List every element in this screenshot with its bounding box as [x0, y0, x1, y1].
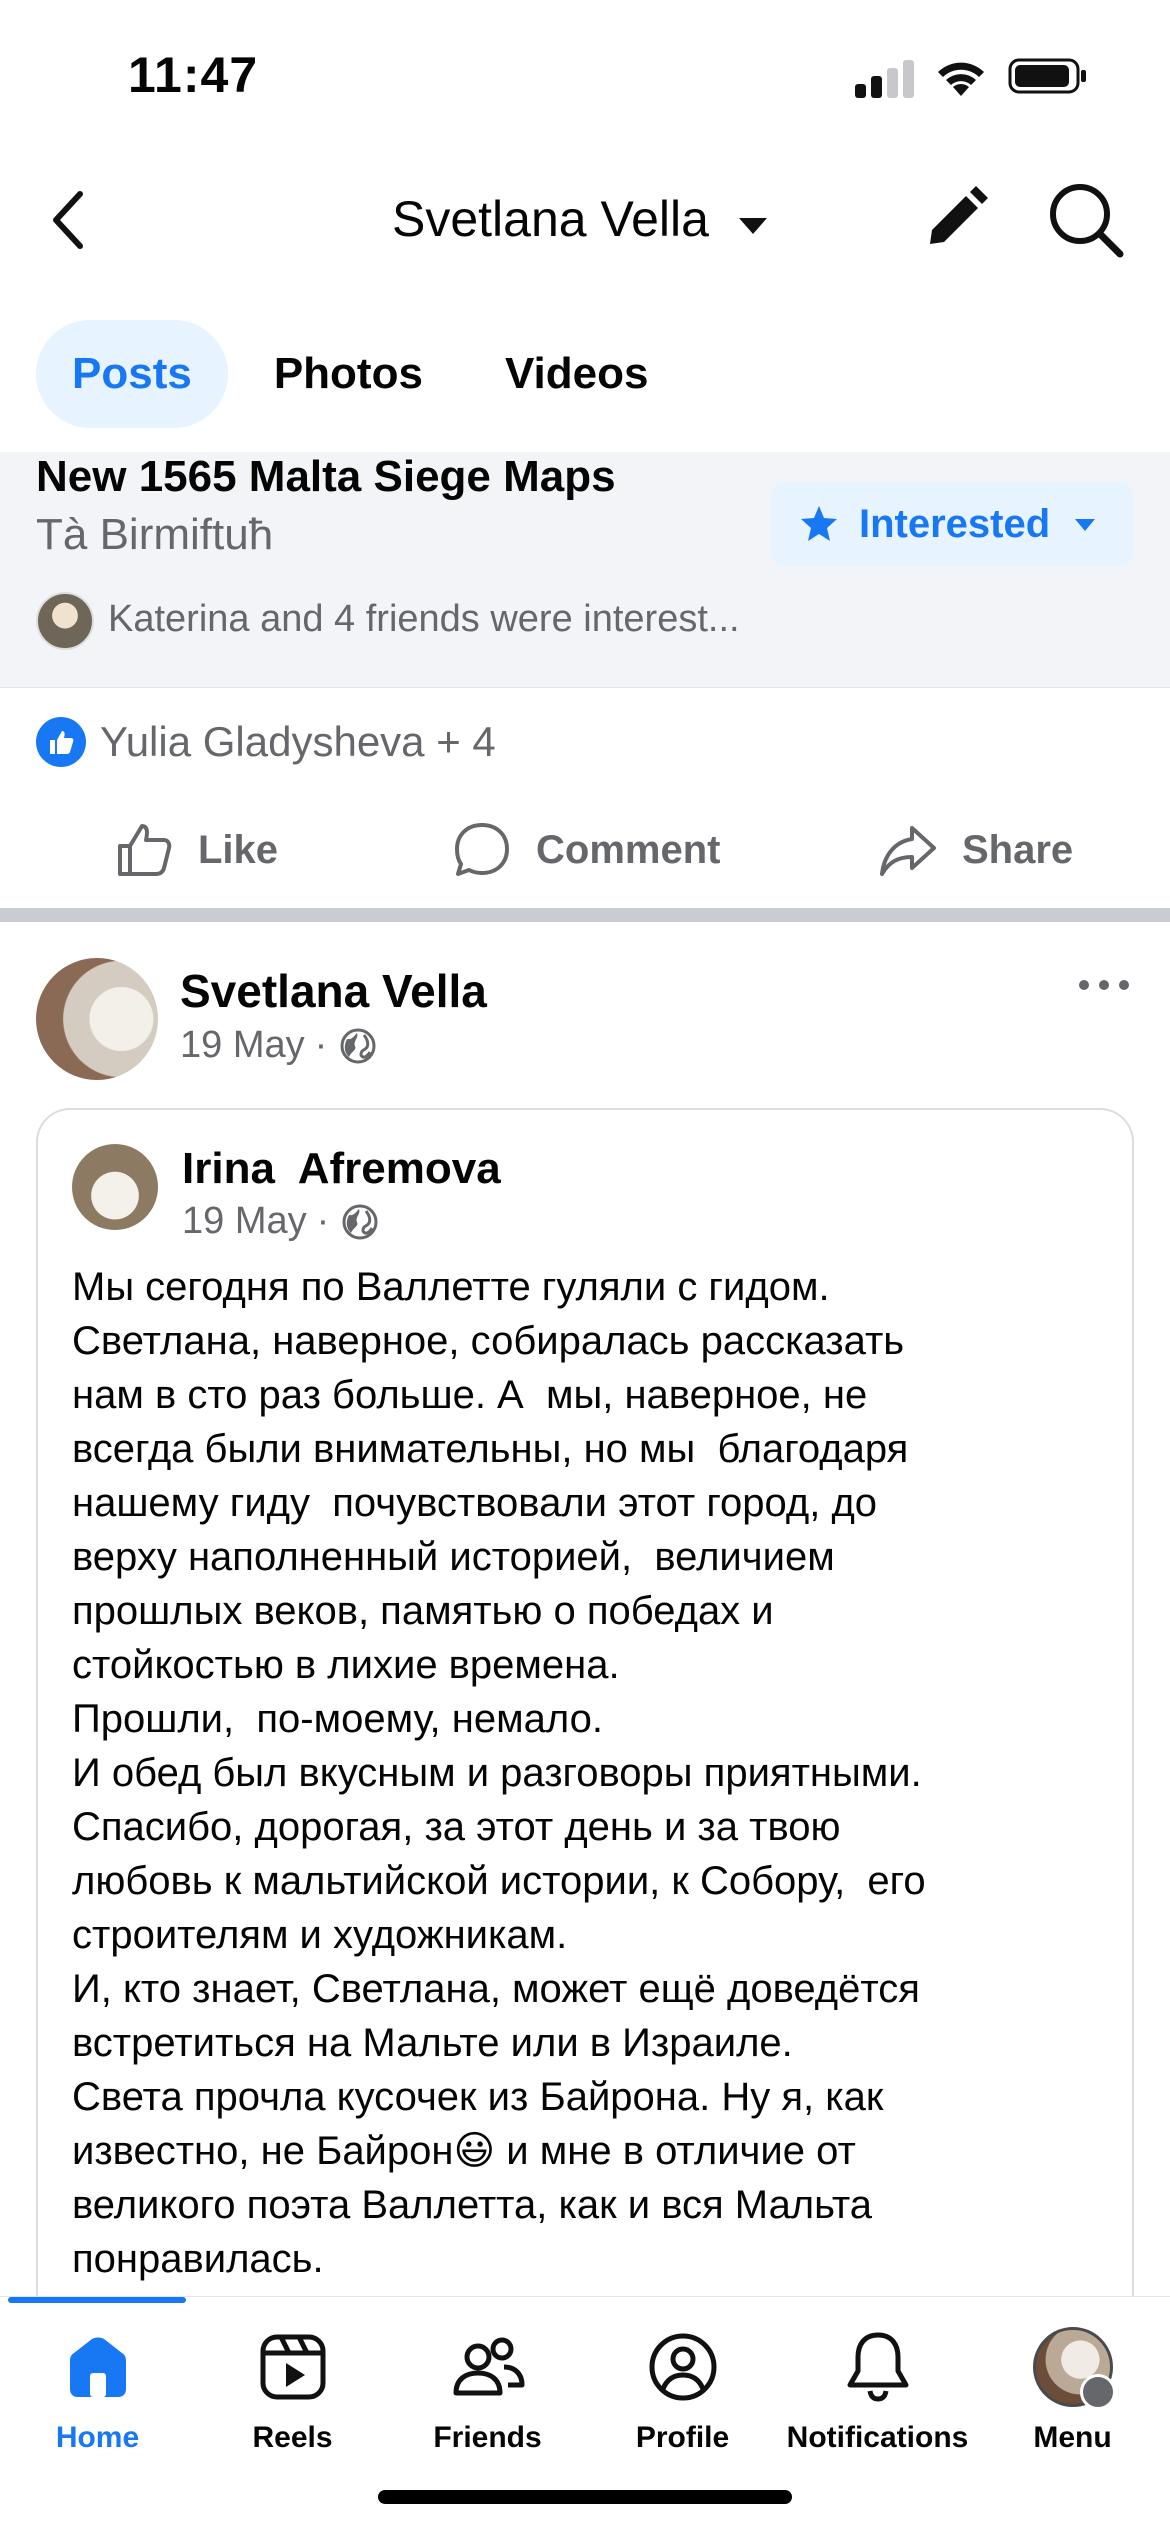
share-arrow-icon	[880, 826, 936, 876]
shared-post-meta: 19 May ·	[182, 1200, 379, 1243]
friends-interested-text[interactable]: Katerina and 4 friends were interest...	[108, 598, 740, 641]
meta-separator: ·	[316, 1200, 330, 1242]
chevron-down-icon	[1075, 519, 1096, 531]
nav-label: Menu	[1033, 2421, 1112, 2454]
event-location: Tà Birmiftuħ	[36, 510, 274, 559]
active-tab-indicator	[8, 2297, 186, 2303]
globe-icon	[342, 1204, 378, 1239]
author-avatar[interactable]	[36, 958, 158, 1080]
nav-home[interactable]: Home	[0, 2327, 195, 2455]
nav-label: Notifications	[786, 2421, 969, 2454]
feed-divider	[0, 908, 1170, 922]
tab-photos[interactable]: Photos	[238, 320, 459, 428]
globe-icon	[340, 1028, 376, 1063]
interested-label: Interested	[859, 501, 1051, 546]
like-reaction-icon	[36, 717, 86, 767]
menu-badge-icon	[1079, 2374, 1116, 2410]
home-indicator	[378, 2490, 792, 2504]
comment-icon	[455, 823, 509, 876]
page-title[interactable]: Svetlana Vella	[392, 190, 709, 248]
like-button[interactable]: Like	[114, 810, 278, 890]
nav-label: Reels	[252, 2421, 333, 2454]
wifi-icon	[938, 62, 984, 96]
reels-icon	[260, 2334, 325, 2400]
profile-icon	[649, 2333, 716, 2401]
event-card[interactable]: New 1565 Malta Siege Maps Tà Birmiftuħ I…	[0, 452, 1170, 688]
nav-menu[interactable]: Menu	[975, 2327, 1170, 2455]
post-date[interactable]: 19 May	[180, 1024, 305, 1067]
event-title[interactable]: New 1565 Malta Siege Maps	[36, 452, 616, 502]
nav-notifications[interactable]: Notifications	[780, 2327, 975, 2455]
tab-posts[interactable]: Posts	[36, 320, 228, 428]
nav-label: Home	[55, 2421, 140, 2454]
home-icon	[69, 2337, 126, 2397]
shared-author[interactable]: Irina Afremova	[182, 1144, 501, 1194]
nav-label: Friends	[433, 2421, 542, 2454]
status-time: 11:47	[128, 47, 259, 103]
search-icon[interactable]	[1046, 180, 1124, 258]
comment-button[interactable]: Comment	[452, 810, 720, 890]
nav-reels[interactable]: Reels	[195, 2327, 390, 2455]
friend-avatar	[36, 592, 94, 650]
shared-post-date[interactable]: 19 May	[182, 1200, 307, 1243]
friends-icon	[453, 2337, 524, 2396]
nav-label: Profile	[635, 2421, 730, 2454]
thumbs-up-icon	[118, 824, 172, 876]
meta-separator: ·	[314, 1024, 328, 1066]
nav-friends[interactable]: Friends	[390, 2327, 585, 2455]
post-author[interactable]: Svetlana Vella	[180, 964, 487, 1018]
shared-post-text: Мы сегодня по Валлетте гуляли с гидом. С…	[72, 1265, 926, 2281]
back-arrow-icon[interactable]	[40, 182, 100, 258]
shared-post-card[interactable]: Irina Afremova 19 May · Мы сегодня по Ва…	[36, 1108, 1134, 2408]
reactions-summary[interactable]: Yulia Gladysheva + 4	[36, 712, 496, 772]
post-meta: 19 May ·	[180, 1024, 377, 1067]
share-label: Share	[962, 827, 1074, 872]
profile-header: Svetlana Vella	[0, 160, 1170, 280]
bell-icon	[847, 2332, 908, 2402]
edit-pencil-icon[interactable]	[920, 184, 990, 254]
like-label: Like	[198, 827, 279, 872]
menu-avatar	[1032, 2327, 1116, 2410]
battery-icon	[1008, 58, 1086, 94]
post-actions: Like Comment Share	[0, 810, 1170, 890]
more-options-icon[interactable]	[1076, 970, 1132, 1000]
interested-button[interactable]: Interested	[771, 482, 1133, 566]
tab-videos[interactable]: Videos	[469, 320, 684, 428]
reaction-names: Yulia Gladysheva + 4	[100, 718, 496, 765]
status-bar: 11:47	[0, 0, 1170, 150]
comment-label: Comment	[536, 827, 721, 872]
caret-down-icon[interactable]	[736, 208, 770, 242]
share-button[interactable]: Share	[878, 810, 1073, 890]
nav-profile[interactable]: Profile	[585, 2327, 780, 2455]
shared-author-avatar[interactable]	[72, 1144, 158, 1230]
cellular-signal-icon	[855, 58, 915, 98]
star-icon	[801, 506, 837, 541]
profile-tabs: Posts Photos Videos	[36, 320, 694, 430]
